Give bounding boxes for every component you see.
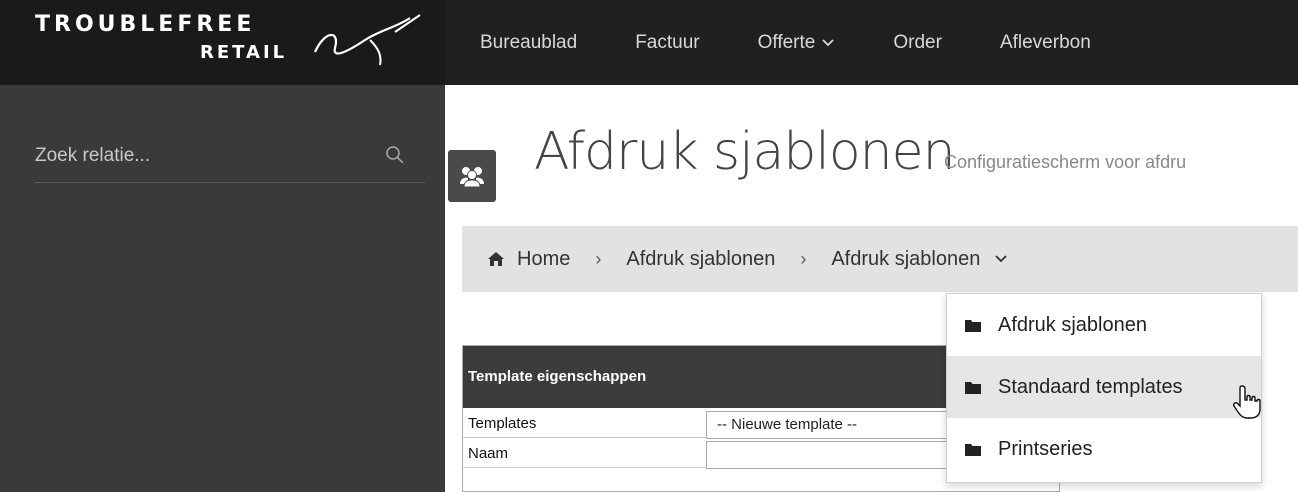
nav-item-label: Afleverbon — [999, 31, 1091, 53]
logo[interactable]: TROUBLEFREE RETAIL — [0, 0, 445, 85]
menu-item-afdruk-sjablonen[interactable]: Afdruk sjablonen — [947, 294, 1261, 356]
nav-item-offerte[interactable]: Offerte — [758, 32, 836, 54]
breadcrumb-level1-label: Afdruk sjablonen — [626, 247, 776, 270]
page-title: Afdruk sjablonen — [534, 122, 956, 182]
row-label: Naam — [468, 445, 509, 462]
breadcrumb-separator-icon: › — [800, 248, 807, 269]
search-input[interactable]: Zoek relatie... — [35, 135, 425, 183]
nav-item-order[interactable]: Order — [893, 32, 942, 54]
users-icon — [448, 150, 496, 202]
logo-text-main: TROUBLEFREE — [35, 12, 256, 37]
breadcrumb-level2-label: Afdruk sjablonen — [831, 247, 981, 270]
main-nav: Bureaublad Factuur Offerte Order Aflever… — [480, 0, 1149, 85]
nav-item-label: Offerte — [757, 31, 816, 53]
hand-pointer-icon — [1233, 385, 1261, 419]
logo-swirl-icon — [313, 14, 421, 66]
menu-item-label: Afdruk sjablonen — [998, 313, 1147, 336]
breadcrumb-level2-dropdown[interactable]: Afdruk sjablonen — [831, 248, 1008, 271]
page-subtitle: Configuratiescherm voor afdru — [944, 152, 1187, 172]
top-navbar: TROUBLEFREE RETAIL Bureaublad Factuur Of… — [0, 0, 1298, 85]
menu-item-label: Printseries — [998, 437, 1093, 460]
menu-item-printseries[interactable]: Printseries — [947, 418, 1261, 480]
chevron-down-icon — [822, 38, 834, 46]
nav-item-bureaublad[interactable]: Bureaublad — [480, 32, 577, 54]
breadcrumb-separator-icon: › — [595, 248, 602, 269]
sidebar: Zoek relatie... — [0, 85, 445, 492]
folder-icon — [965, 443, 981, 456]
logo-text-sub: RETAIL — [200, 42, 288, 63]
nav-item-afleverbon[interactable]: Afleverbon — [1000, 32, 1091, 54]
breadcrumb-home[interactable]: Home — [487, 248, 570, 271]
breadcrumb-level1[interactable]: Afdruk sjablonen — [626, 248, 775, 271]
breadcrumb-home-label: Home — [517, 247, 571, 270]
breadcrumb-dropdown-menu: Afdruk sjablonen Standaard templates Pri… — [946, 293, 1262, 483]
home-icon — [488, 252, 504, 266]
menu-item-label: Standaard templates — [998, 375, 1183, 398]
nav-item-label: Factuur — [635, 31, 700, 53]
search-placeholder: Zoek relatie... — [35, 145, 151, 166]
folder-icon — [965, 319, 981, 332]
menu-item-standaard-templates[interactable]: Standaard templates — [947, 356, 1261, 418]
nav-item-label: Order — [893, 31, 942, 53]
row-label: Templates — [468, 415, 537, 432]
nav-item-factuur[interactable]: Factuur — [635, 32, 699, 54]
search-icon[interactable] — [385, 145, 405, 165]
chevron-down-icon — [995, 255, 1007, 263]
folder-icon — [965, 381, 981, 394]
breadcrumb: Home › Afdruk sjablonen › Afdruk sjablon… — [462, 226, 1298, 292]
nav-item-label: Bureaublad — [480, 31, 578, 53]
